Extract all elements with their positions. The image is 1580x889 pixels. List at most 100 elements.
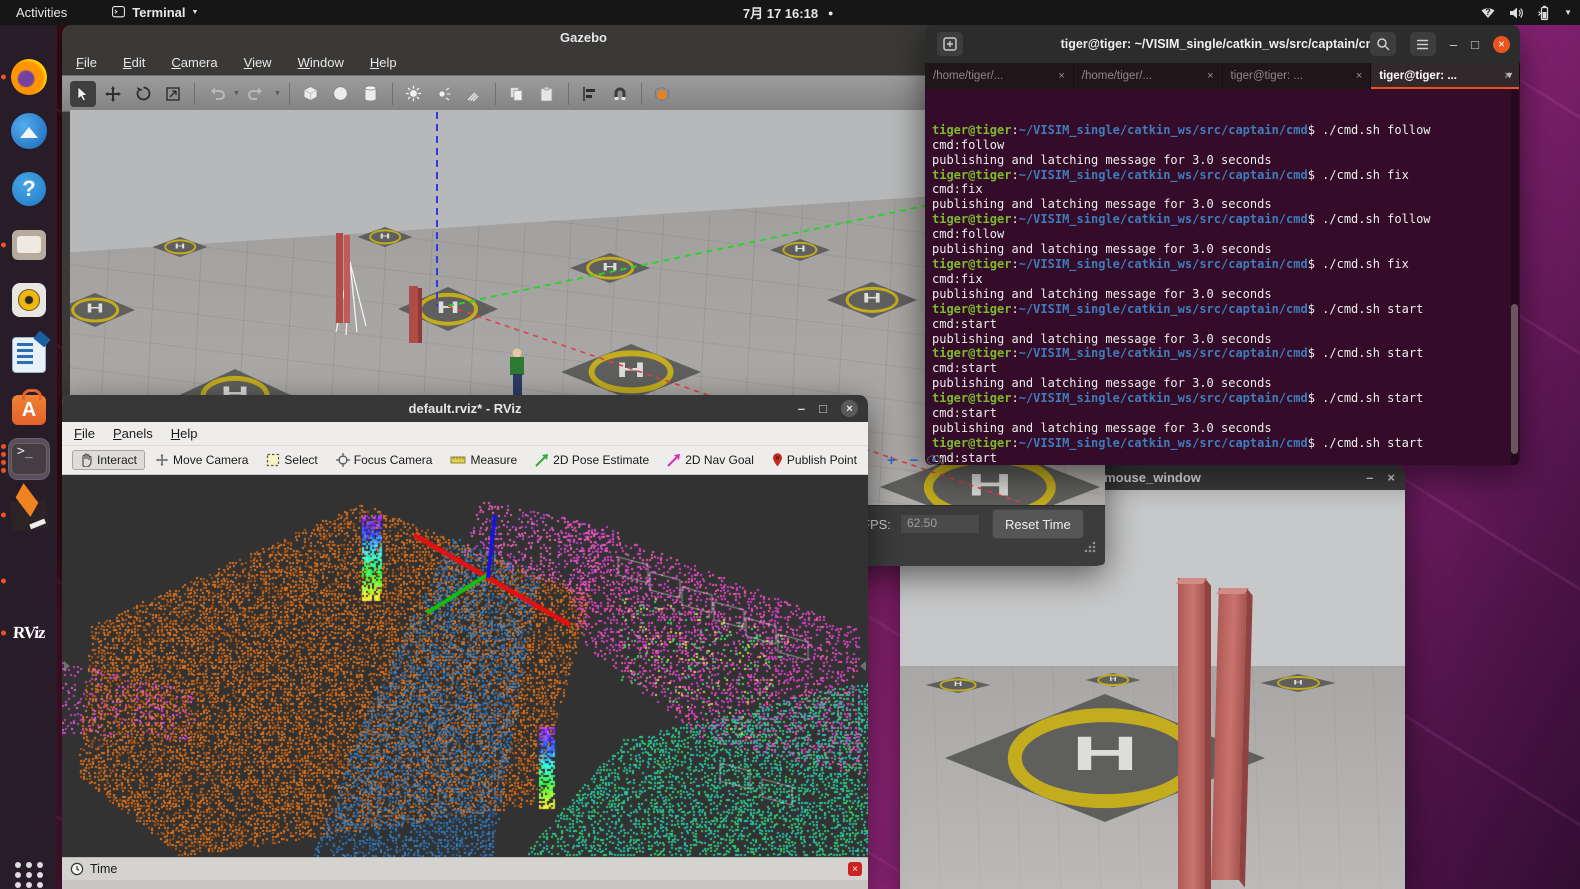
network-icon[interactable]: ? <box>1480 5 1496 21</box>
resize-grip[interactable] <box>1084 541 1096 553</box>
terminal-scrollbar[interactable] <box>1511 89 1518 465</box>
dock-item-libreoffice-writer[interactable] <box>9 335 49 375</box>
maximize-button[interactable]: □ <box>819 401 827 416</box>
time-panel-header[interactable]: Time × <box>62 857 868 880</box>
dock-item-gazebo[interactable] <box>9 495 49 535</box>
redo-icon[interactable] <box>244 81 270 107</box>
cylinder-shape-icon[interactable] <box>358 81 384 107</box>
reset-time-button[interactable]: Reset Time <box>992 509 1084 539</box>
translate-icon[interactable] <box>100 81 126 107</box>
gazebo-menu-window[interactable]: Window <box>298 55 344 70</box>
dock-item-show-applications[interactable] <box>9 855 49 889</box>
gazebo-menu-help[interactable]: Help <box>370 55 397 70</box>
terminal-tab-4[interactable]: tiger@tiger: ...× <box>1371 63 1520 89</box>
box-shape-icon[interactable] <box>298 81 324 107</box>
running-indicator <box>1 243 6 248</box>
zoom-out-button[interactable]: − <box>904 452 925 469</box>
tool-publish-point[interactable]: Publish Point <box>764 450 865 470</box>
dock-item-unknown-app[interactable] <box>9 561 49 601</box>
rviz-menu-panels[interactable]: Panels <box>113 426 153 441</box>
terminal-tabbar: /home/tiger/...×/home/tiger/...×tiger@ti… <box>925 63 1520 89</box>
scrollbar-thumb[interactable] <box>1511 304 1518 454</box>
system-menu-caret-icon[interactable]: ▼ <box>1564 8 1572 17</box>
time-panel-close-icon[interactable]: × <box>848 862 862 876</box>
toolbar-separator <box>495 83 496 105</box>
maximize-button[interactable]: □ <box>1471 37 1479 52</box>
dock-item-ubuntu-software[interactable]: A <box>9 390 49 430</box>
fps-value[interactable]: 62.50 <box>900 514 980 534</box>
caret-down-icon[interactable]: ▼ <box>233 90 240 97</box>
gazebo-menu-file[interactable]: File <box>76 55 97 70</box>
dock-item-rhythmbox[interactable] <box>9 280 49 320</box>
minimize-button[interactable]: – <box>1450 37 1457 52</box>
tab-close-icon[interactable]: × <box>1058 70 1064 82</box>
building-editor-icon[interactable] <box>650 81 676 107</box>
command-text: ./cmd.sh start <box>1322 391 1423 405</box>
dock-item-help[interactable]: ? <box>9 169 49 209</box>
rotate-icon[interactable] <box>130 81 156 107</box>
battery-icon[interactable] <box>1536 5 1552 21</box>
align-icon[interactable] <box>577 81 603 107</box>
panel-expand-arrow-left[interactable] <box>64 661 70 671</box>
dock-item-rviz[interactable]: RViz <box>9 613 49 653</box>
activities-button[interactable]: Activities <box>0 5 83 20</box>
time-panel-body <box>62 880 868 889</box>
tool-measure[interactable]: Measure <box>442 450 525 470</box>
clock[interactable]: 7月 17 16:18 ● <box>743 3 834 22</box>
snap-icon[interactable] <box>607 81 633 107</box>
terminal-output[interactable]: tiger@tiger:~/VISIM_single/catkin_ws/src… <box>925 89 1520 465</box>
clock-icon <box>70 862 84 876</box>
menu-icon[interactable] <box>1410 32 1436 56</box>
rviz-menu-file[interactable]: File <box>74 426 95 441</box>
rviz-titlebar[interactable]: default.rviz* - RViz – □ × <box>62 395 868 422</box>
search-icon[interactable] <box>1370 32 1396 56</box>
visibility-eye-icon[interactable] <box>926 454 944 466</box>
close-icon[interactable]: × <box>841 400 858 417</box>
prompt-colon: : <box>1011 212 1018 226</box>
undo-icon[interactable] <box>203 81 229 107</box>
zoom-in-button[interactable]: + <box>881 452 902 469</box>
scale-icon[interactable] <box>160 81 186 107</box>
tool-move-camera[interactable]: Move Camera <box>147 450 256 470</box>
tool-select[interactable]: Select <box>258 450 325 470</box>
paste-icon[interactable] <box>534 81 560 107</box>
tab-list-caret-icon[interactable]: ▼ <box>1505 70 1514 80</box>
dock-item-files[interactable] <box>9 225 49 265</box>
terminal-tab-3[interactable]: tiger@tiger: ...× <box>1223 63 1372 89</box>
dock-item-firefox[interactable] <box>9 57 49 97</box>
tab-close-icon[interactable]: × <box>1356 70 1362 82</box>
terminal-tab-2[interactable]: /home/tiger/...× <box>1074 63 1223 89</box>
rviz-3d-viewport[interactable] <box>62 475 868 857</box>
new-tab-button[interactable] <box>937 32 963 56</box>
volume-icon[interactable] <box>1508 5 1524 21</box>
sphere-shape-icon[interactable] <box>328 81 354 107</box>
copy-icon[interactable] <box>504 81 530 107</box>
green-arrow-icon <box>535 453 549 467</box>
close-icon[interactable]: × <box>1493 36 1510 53</box>
tool-interact[interactable]: Interact <box>72 450 145 470</box>
app-menu-terminal[interactable]: Terminal ▼ <box>111 5 198 20</box>
gazebo-menu-edit[interactable]: Edit <box>123 55 145 70</box>
minimize-button[interactable]: – <box>1366 470 1373 485</box>
dock-item-thunderbird[interactable] <box>9 111 49 151</box>
terminal-tab-1[interactable]: /home/tiger/... × <box>925 63 1074 89</box>
caret-down-icon[interactable]: ▼ <box>274 90 281 97</box>
select-arrow-icon[interactable] <box>70 81 96 107</box>
tab-label: /home/tiger/... <box>933 70 1003 82</box>
tab-close-icon[interactable]: × <box>1207 70 1213 82</box>
minimize-button[interactable]: – <box>798 401 805 416</box>
gazebo-menu-camera[interactable]: Camera <box>171 55 217 70</box>
tool-2d-pose-estimate[interactable]: 2D Pose Estimate <box>527 450 657 470</box>
gazebo-menu-view[interactable]: View <box>244 55 272 70</box>
spot-light-icon[interactable] <box>461 81 487 107</box>
tool-focus-camera[interactable]: Focus Camera <box>328 450 441 470</box>
close-icon[interactable]: × <box>1387 470 1395 485</box>
clock-label: 7月 17 16:18 <box>743 3 818 22</box>
rviz-menu-help[interactable]: Help <box>171 426 198 441</box>
terminal-titlebar[interactable]: tiger@tiger: ~/VISIM_single/catkin_ws/sr… <box>925 25 1520 63</box>
directional-light-icon[interactable] <box>401 81 427 107</box>
panel-expand-arrow-right[interactable] <box>860 661 866 671</box>
point-light-icon[interactable] <box>431 81 457 107</box>
dock-item-terminal[interactable]: >_ <box>9 439 49 479</box>
tool-2d-nav-goal[interactable]: 2D Nav Goal <box>659 450 762 470</box>
